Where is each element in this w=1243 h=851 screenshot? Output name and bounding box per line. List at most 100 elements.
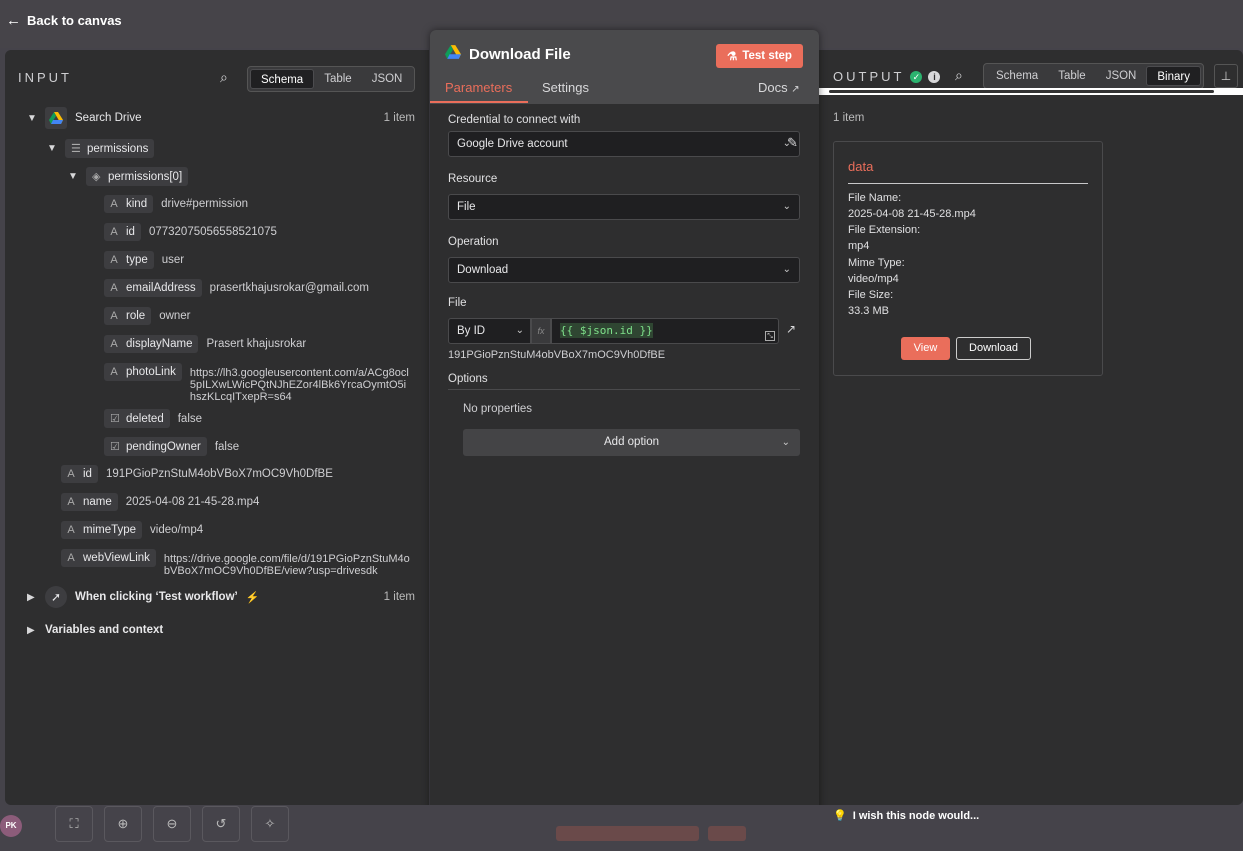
output-view-schema[interactable]: Schema (986, 66, 1048, 86)
field-key: deleted (126, 412, 164, 425)
tab-settings[interactable]: Settings (542, 80, 589, 95)
list-icon: ☰ (71, 143, 81, 155)
file-mode-select[interactable]: By ID ⌄ (448, 318, 531, 344)
test-step-button[interactable]: ⚗ Test step (716, 44, 803, 68)
source-node-name: Search Drive (75, 112, 142, 124)
string-type-icon: A (110, 226, 118, 238)
add-option-button[interactable]: Add option ⌄ (463, 429, 800, 456)
string-type-icon: A (110, 198, 118, 210)
field-badge: Akind (104, 195, 154, 213)
flask-icon: ⚗ (727, 51, 738, 63)
string-type-icon: A (110, 254, 118, 266)
field-role[interactable]: Arole owner (104, 307, 191, 325)
field-key: permissions[0] (108, 170, 183, 183)
input-title: INPUT (18, 70, 72, 85)
chevron-right-icon: ▶ (27, 624, 35, 636)
field-key: name (83, 496, 112, 508)
field-pending-owner[interactable]: ☑ pendingOwner false (104, 437, 239, 456)
pin-icon[interactable]: ⊥ (1214, 64, 1238, 88)
mime-type-label: Mime Type: (848, 257, 905, 269)
boolean-type-icon: ☑ (110, 413, 120, 425)
string-type-icon: A (110, 338, 118, 350)
docs-link[interactable]: Docs ↗ (758, 80, 800, 95)
horizontal-scrollbar[interactable] (819, 88, 1243, 95)
field-badge: AphotoLink (104, 363, 182, 381)
field-key: photoLink (126, 366, 176, 378)
field-deleted[interactable]: ☑ deleted false (104, 409, 202, 428)
field-id[interactable]: Aid 07732075056558521075 (104, 223, 277, 241)
feedback-link[interactable]: 💡 I wish this node would... (833, 809, 979, 823)
field-key: kind (126, 198, 148, 210)
binary-data-card: data File Name: 2025-04-08 21-45-28.mp4 … (833, 141, 1103, 376)
zoom-out-icon[interactable]: ⊖ (153, 806, 191, 842)
field-type[interactable]: Atype user (104, 251, 184, 269)
download-button[interactable]: Download (956, 337, 1031, 360)
field-kind[interactable]: Akind drive#permission (104, 195, 248, 213)
search-icon[interactable]: ⌕ (955, 67, 963, 84)
input-view-schema[interactable]: Schema (250, 69, 315, 89)
field-display-name[interactable]: AdisplayName Prasert khajusrokar (104, 335, 306, 353)
pencil-icon[interactable]: ✎ (787, 135, 798, 151)
info-icon[interactable]: i (928, 70, 941, 83)
avatar[interactable]: PK (0, 815, 22, 837)
field-badge: AdisplayName (104, 335, 199, 353)
view-button[interactable]: View (901, 337, 950, 360)
trigger-node-name: When clicking ‘Test workflow’ (75, 591, 238, 603)
zoom-in-icon[interactable]: ⊕ (104, 806, 142, 842)
field-web-view-link[interactable]: AwebViewLink https://drive.google.com/fi… (61, 549, 412, 577)
node-header: Download File ⚗ Test step Parameters Set… (430, 30, 819, 104)
expression-result: 191PGioPznStuM4obVBoX7mOC9Vh0DfBE (448, 349, 666, 361)
resource-select[interactable]: File ⌄ (448, 194, 800, 220)
expression-text: {{ $json.id }} (560, 323, 653, 338)
node-title[interactable]: Download File (469, 46, 571, 63)
field-photo-link[interactable]: AphotoLink https://lh3.googleusercontent… (104, 363, 410, 403)
field-value: false (214, 440, 240, 453)
tree-node-variables[interactable]: ▶ Variables and context (27, 624, 163, 636)
docs-label: Docs (758, 80, 788, 95)
field-mime-type[interactable]: AmimeType video/mp4 (61, 521, 203, 539)
output-panel: OUTPUT ✓ i ⌕ Schema Table JSON Binary ⊥ … (819, 50, 1243, 805)
chevron-down-icon: ⌄ (781, 437, 790, 448)
external-link-icon[interactable]: ↗ (786, 322, 796, 336)
execute-workflow-button[interactable] (556, 826, 699, 841)
reset-zoom-icon[interactable]: ↺ (202, 806, 240, 842)
chevron-down-icon: ▼ (47, 143, 57, 154)
fit-view-icon[interactable]: ⛶ (55, 806, 93, 842)
chevron-down-icon: ▼ (68, 171, 78, 182)
field-email-address[interactable]: AemailAddress prasertkhajusrokar@gmail.c… (104, 279, 369, 297)
back-to-canvas-button[interactable]: ← Back to canvas (6, 12, 122, 29)
operation-select[interactable]: Download ⌄ (448, 257, 800, 283)
chevron-right-icon: ▶ (27, 591, 35, 603)
delete-execution-button[interactable] (708, 826, 746, 841)
output-view-binary[interactable]: Binary (1146, 66, 1201, 86)
tree-node-permissions-0[interactable]: ▼ ◈ permissions[0] (68, 167, 189, 186)
scrollbar-thumb[interactable] (829, 90, 1214, 93)
tidy-up-icon[interactable]: ✧ (251, 806, 289, 842)
field-key: permissions (87, 142, 149, 155)
chevron-down-icon: ⌄ (515, 325, 524, 336)
node-title-area: Download File (445, 45, 571, 63)
field-badge: Arole (104, 307, 152, 325)
output-view-json[interactable]: JSON (1096, 66, 1147, 86)
field-file-id[interactable]: Aid 191PGioPznStuM4obVBoX7mOC9Vh0DfBE (61, 465, 333, 483)
credential-select[interactable]: Google Drive account ⌄ (448, 131, 800, 157)
field-value: prasertkhajusrokar@gmail.com (209, 282, 369, 294)
output-view-table[interactable]: Table (1048, 66, 1096, 86)
expand-icon[interactable]: ⤡ (765, 331, 775, 341)
tab-parameters[interactable]: Parameters (445, 80, 512, 95)
field-value: user (161, 254, 185, 266)
tree-node-search-drive[interactable]: ▼ Search Drive (27, 107, 141, 129)
tree-node-permissions[interactable]: ▼ ☰ permissions (47, 139, 155, 158)
field-value: false (177, 412, 203, 425)
output-item-count: 1 item (833, 112, 865, 124)
field-badge: AwebViewLink (61, 549, 156, 567)
string-type-icon: A (67, 496, 75, 508)
active-tab-indicator (430, 101, 528, 103)
file-id-expression-input[interactable]: {{ $json.id }} ⤡ (551, 318, 779, 344)
search-icon[interactable]: ⌕ (220, 69, 228, 86)
tree-node-trigger[interactable]: ▶ ➚ When clicking ‘Test workflow’ ⚡ (27, 586, 259, 608)
input-view-table[interactable]: Table (314, 69, 362, 89)
input-view-json[interactable]: JSON (362, 69, 413, 89)
field-name[interactable]: Aname 2025-04-08 21-45-28.mp4 (61, 493, 259, 511)
field-badge: ◈ permissions[0] (86, 167, 189, 186)
